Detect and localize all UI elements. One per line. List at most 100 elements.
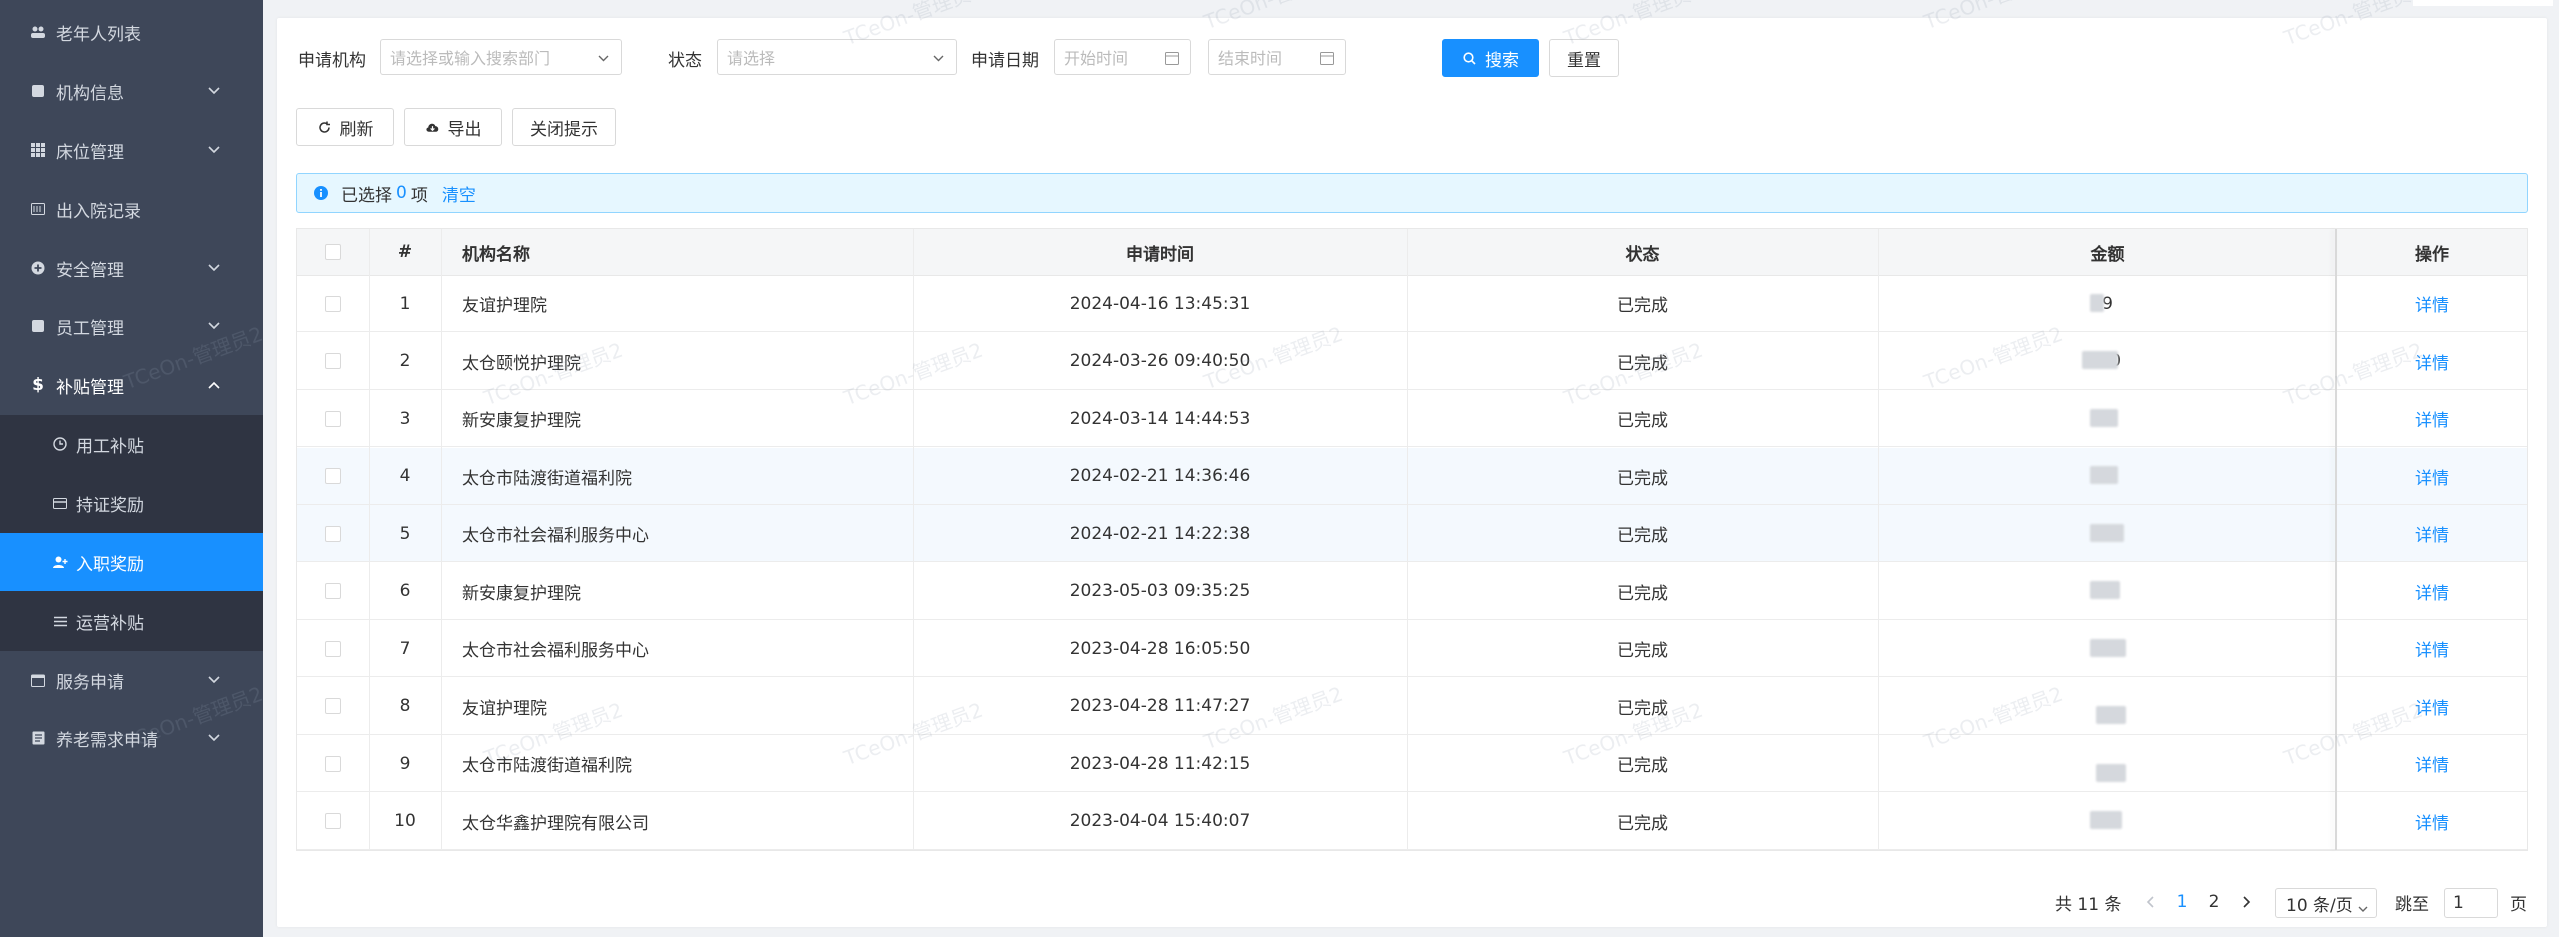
sidebar-item-certificate-reward[interactable]: 持证奖励 — [0, 474, 263, 532]
row-amount-wrap: 0 — [2090, 638, 2127, 659]
chevron-down-icon — [595, 50, 611, 66]
row-checkbox[interactable] — [325, 410, 341, 427]
row-action-cell: 详情 — [2337, 333, 2527, 390]
detail-link[interactable]: 详情 — [2415, 521, 2449, 546]
selection-count: 0 — [396, 183, 407, 203]
sidebar-item-safety[interactable]: 安全管理 — [0, 239, 263, 297]
row-amount-cell — [1878, 735, 2337, 792]
close-tip-button[interactable]: 关闭提示 — [512, 108, 616, 146]
row-status: 已完成 — [1617, 756, 1668, 776]
row-checkbox[interactable] — [325, 468, 341, 484]
row-index: 5 — [399, 523, 411, 544]
org-select[interactable]: 请选择或输入搜索部门 — [380, 39, 622, 75]
sidebar-item-label: 持证奖励 — [76, 495, 144, 516]
status-select-placeholder: 请选择 — [727, 49, 776, 68]
detail-link[interactable]: 详情 — [2415, 291, 2449, 316]
redaction-blur — [2090, 466, 2119, 484]
sidebar-item-label: 出入院记录 — [56, 201, 141, 222]
row-amount-cell: 0 — [1878, 563, 2337, 620]
detail-link[interactable]: 详情 — [2415, 579, 2449, 604]
sidebar-item-org-info[interactable]: 机构信息 — [0, 62, 263, 120]
redaction-blur — [2090, 811, 2123, 829]
clear-selection-link[interactable]: 清空 — [442, 181, 476, 206]
sidebar-item-label: 床位管理 — [56, 142, 124, 163]
sidebar-item-label: 用工补贴 — [76, 436, 144, 457]
prev-page-button[interactable] — [2140, 885, 2160, 919]
detail-link[interactable]: 详情 — [2415, 349, 2449, 374]
page-1-button[interactable]: 1 — [2170, 885, 2194, 919]
select-all-checkbox[interactable] — [325, 244, 341, 260]
search-button[interactable]: 搜索 — [1442, 39, 1539, 77]
sidebar-item-bed-management[interactable]: 床位管理 — [0, 121, 263, 179]
row-checkbox[interactable] — [325, 813, 341, 829]
row-apply-time: 2024-03-26 09:40:50 — [1069, 351, 1251, 371]
row-checkbox-cell — [297, 620, 369, 677]
row-checkbox[interactable] — [325, 525, 341, 542]
refresh-button-label: 刷新 — [339, 119, 374, 140]
row-amount-wrap: 9 0 — [2081, 351, 2121, 371]
next-page-button[interactable] — [2237, 885, 2257, 919]
redaction-blur — [2090, 638, 2127, 657]
start-date-input[interactable]: 开始时间 — [1054, 39, 1191, 75]
status-select[interactable]: 请选择 — [717, 39, 957, 75]
row-apply-time: 2023-04-28 11:47:27 — [1069, 696, 1251, 716]
chevron-down-icon — [207, 731, 221, 745]
end-date-input[interactable]: 结束时间 — [1208, 39, 1346, 75]
table-row: 2 太仓颐悦护理院 2024-03-26 09:40:50 已完成 9 0 详情 — [297, 333, 2527, 390]
page-size-select[interactable]: 10 条/页 — [2275, 888, 2377, 918]
detail-link[interactable]: 详情 — [2415, 636, 2449, 661]
clock-icon — [52, 436, 68, 452]
row-checkbox[interactable] — [325, 698, 341, 714]
detail-link[interactable]: 详情 — [2415, 464, 2449, 489]
column-header-action: 操作 — [2415, 244, 2449, 265]
row-checkbox[interactable] — [325, 755, 341, 772]
row-apply-time: 2023-05-03 09:35:25 — [1069, 581, 1251, 601]
chevron-down-icon — [207, 143, 221, 157]
sidebar-item-onboarding-reward[interactable]: 入职奖励 — [0, 533, 263, 591]
row-checkbox-cell — [297, 448, 369, 505]
page-2-button[interactable]: 2 — [2202, 885, 2226, 919]
sidebar-item-elderly-list[interactable]: 老年人列表 — [0, 3, 263, 61]
detail-link[interactable]: 详情 — [2415, 694, 2449, 719]
sidebar-item-operation-subsidy[interactable]: 运营补贴 — [0, 592, 263, 650]
row-amount-cell: 9 0 — [1878, 333, 2337, 390]
row-checkbox[interactable] — [325, 640, 341, 657]
row-checkbox[interactable] — [325, 583, 341, 599]
fixed-column-divider — [2335, 229, 2337, 850]
row-org-name: 太仓市社会福利服务中心 — [462, 526, 649, 546]
redaction-blur — [2095, 706, 2126, 724]
start-date-placeholder: 开始时间 — [1064, 49, 1129, 68]
row-checkbox-cell — [297, 563, 369, 620]
row-checkbox-cell — [297, 793, 369, 850]
sidebar-item-subsidy[interactable]: $ 补贴管理 — [0, 356, 263, 414]
column-divider — [369, 229, 370, 850]
row-checkbox[interactable] — [325, 295, 341, 312]
row-index: 1 — [399, 293, 411, 314]
sidebar-item-admission-records[interactable]: 出入院记录 — [0, 180, 263, 238]
sidebar-item-employment-subsidy[interactable]: 用工补贴 — [0, 415, 263, 473]
redaction-blur — [2090, 293, 2105, 312]
sidebar-item-elderly-demand[interactable]: 养老需求申请 — [0, 709, 263, 767]
search-icon — [1462, 51, 1477, 66]
data-table: # 机构名称 申请时间 状态 金额 操作 1 友谊护理院 2024-04-16 13… — [296, 228, 2528, 851]
detail-link[interactable]: 详情 — [2415, 751, 2449, 776]
row-checkbox[interactable] — [325, 353, 341, 369]
column-header-time: 申请时间 — [1126, 244, 1194, 265]
chevron-down-icon — [207, 84, 221, 98]
row-org-name: 太仓颐悦护理院 — [462, 353, 581, 374]
refresh-icon — [317, 120, 332, 135]
top-strip — [263, 0, 2559, 14]
export-button[interactable]: 导出 — [404, 108, 502, 146]
reset-button[interactable]: 重置 — [1549, 39, 1619, 77]
row-index: 10 — [394, 811, 416, 831]
sidebar-item-service-application[interactable]: 服务申请 — [0, 651, 263, 709]
sidebar-item-staff[interactable]: 员工管理 — [0, 297, 263, 355]
row-status: 已完成 — [1617, 411, 1668, 431]
detail-link[interactable]: 详情 — [2415, 809, 2449, 834]
detail-link[interactable]: 详情 — [2415, 406, 2449, 431]
jump-page-input[interactable]: 1 — [2444, 888, 2498, 918]
column-divider — [441, 229, 442, 850]
refresh-button[interactable]: 刷新 — [296, 108, 394, 146]
search-button-label: 搜索 — [1485, 50, 1519, 71]
row-index: 7 — [399, 638, 411, 659]
